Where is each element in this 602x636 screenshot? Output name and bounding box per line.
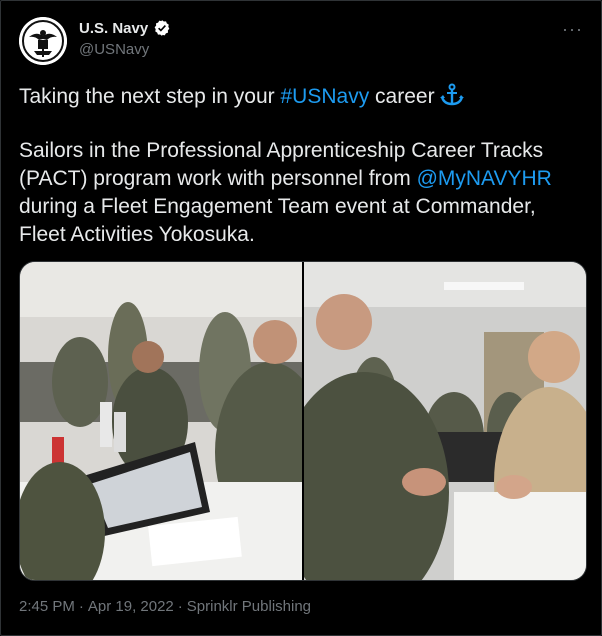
hashtag-link[interactable]: #USNavy: [281, 85, 370, 108]
tweet-text-segment: Taking the next step in your: [19, 85, 281, 108]
tweet-text-segment: during a Fleet Engagement Team event at …: [19, 195, 536, 246]
us-navy-seal-icon: [19, 17, 67, 65]
mention-link[interactable]: @MyNAVYHR: [417, 167, 552, 190]
tweet-text-segment: career: [369, 85, 435, 108]
tweet-date[interactable]: Apr 19, 2022: [88, 598, 174, 615]
meta-separator: ·: [78, 598, 84, 615]
name-row: U.S. Navy: [79, 19, 171, 37]
tweet-card: U.S. Navy @USNavy ··· Taking the next st…: [0, 0, 602, 636]
photo-left[interactable]: [20, 262, 302, 580]
media-grid: [19, 261, 587, 581]
photo-right[interactable]: [304, 262, 586, 580]
tweet-paragraph-2: Sailors in the Professional Apprenticesh…: [19, 137, 585, 249]
display-name[interactable]: U.S. Navy: [79, 20, 148, 37]
sailors-at-laptop-photo: [20, 262, 302, 580]
handle[interactable]: @USNavy: [79, 41, 149, 58]
tweet-line-1: Taking the next step in your #USNavy car…: [19, 83, 585, 111]
tweet-time[interactable]: 2:45 PM: [19, 598, 75, 615]
tweet-text: Taking the next step in your #USNavy car…: [19, 83, 585, 249]
verified-badge-icon: [154, 20, 170, 36]
personnel-meeting-photo: [304, 262, 586, 580]
anchor-icon: [439, 83, 464, 106]
more-options-button[interactable]: ···: [562, 19, 583, 40]
tweet-meta: 2:45 PM · Apr 19, 2022 · Sprinklr Publis…: [19, 598, 311, 615]
meta-separator: ·: [177, 598, 183, 615]
tweet-source[interactable]: Sprinklr Publishing: [187, 598, 311, 615]
avatar[interactable]: [19, 17, 67, 65]
